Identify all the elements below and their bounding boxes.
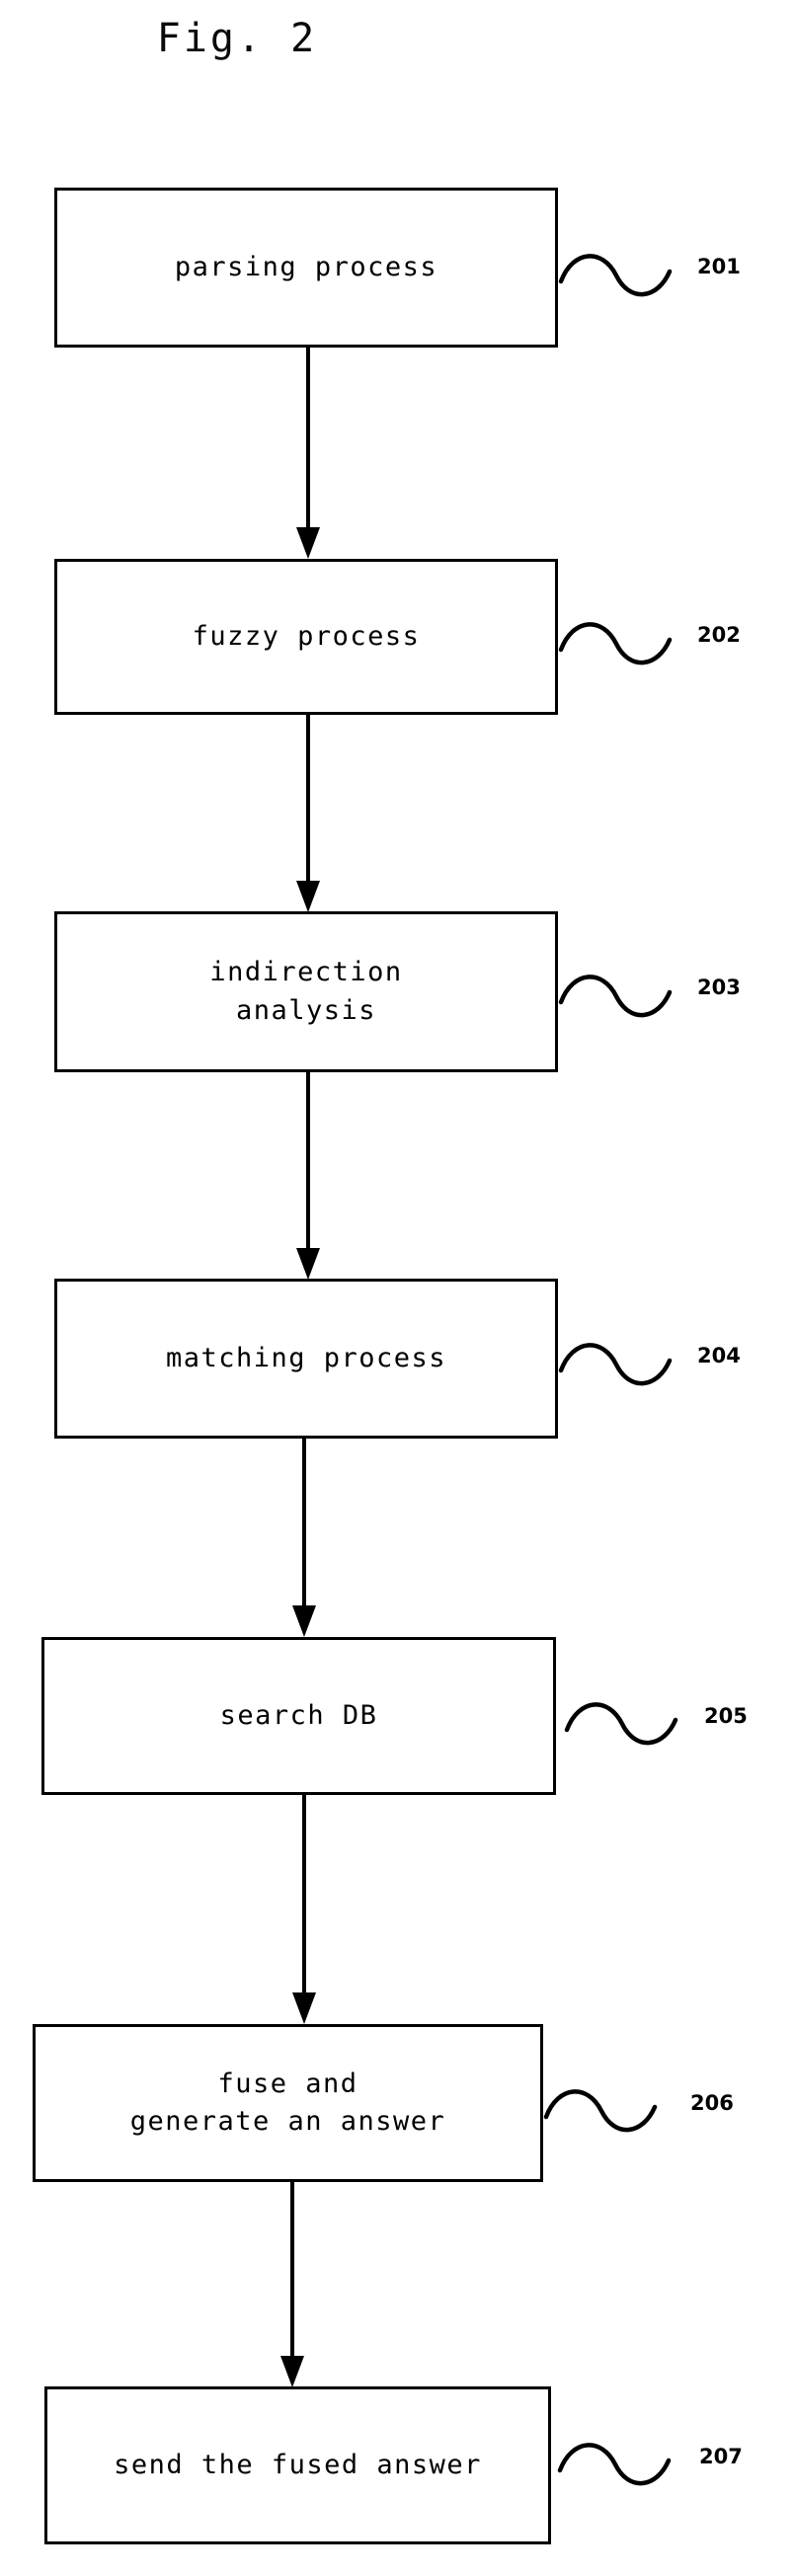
flow-box-205[interactable]: search DB: [41, 1637, 556, 1795]
reference-leader-squiggle-201: [558, 254, 673, 297]
reference-number-202: 202: [697, 623, 741, 647]
patent-figure-canvas: Fig. 2 parsing process 201 fuzzy process…: [0, 0, 795, 2576]
connector-arrow-204-205: [292, 1439, 316, 1637]
flow-box-204[interactable]: matching process: [54, 1279, 558, 1439]
connector-arrow-205-206: [292, 1795, 316, 2024]
flow-box-label-205: search DB: [219, 1699, 378, 1731]
reference-number-206: 206: [690, 2091, 734, 2115]
reference-leader-squiggle-205: [564, 1702, 678, 1746]
connector-arrow-202-203: [296, 715, 320, 912]
flow-box-201[interactable]: parsing process: [54, 188, 558, 348]
flow-box-203[interactable]: indirection analysis: [54, 911, 558, 1072]
reference-leader-squiggle-207: [557, 2443, 672, 2486]
connector-arrow-203-204: [296, 1072, 320, 1280]
flow-box-label-203: indirection analysis: [209, 957, 403, 1026]
flow-box-202[interactable]: fuzzy process: [54, 559, 558, 715]
reference-number-201: 201: [697, 255, 741, 278]
flow-box-label-207: send the fused answer: [114, 2449, 482, 2480]
flow-box-label-201: parsing process: [174, 251, 438, 282]
connector-arrow-201-202: [296, 348, 320, 559]
reference-number-203: 203: [697, 976, 741, 999]
connector-arrow-206-207: [280, 2182, 304, 2387]
reference-number-207: 207: [699, 2445, 743, 2468]
reference-number-205: 205: [704, 1704, 748, 1728]
flow-box-206[interactable]: fuse and generate an answer: [33, 2024, 543, 2182]
reference-leader-squiggle-203: [558, 975, 673, 1018]
reference-leader-squiggle-206: [543, 2089, 658, 2133]
flow-box-label-206: fuse and generate an answer: [129, 2068, 446, 2137]
reference-leader-squiggle-202: [558, 622, 673, 665]
flow-box-label-202: fuzzy process: [192, 620, 421, 652]
flow-box-label-204: matching process: [165, 1342, 447, 1373]
flow-box-207[interactable]: send the fused answer: [44, 2386, 551, 2544]
reference-leader-squiggle-204: [558, 1343, 673, 1386]
figure-title: Fig. 2: [156, 16, 318, 61]
reference-number-204: 204: [697, 1344, 741, 1367]
